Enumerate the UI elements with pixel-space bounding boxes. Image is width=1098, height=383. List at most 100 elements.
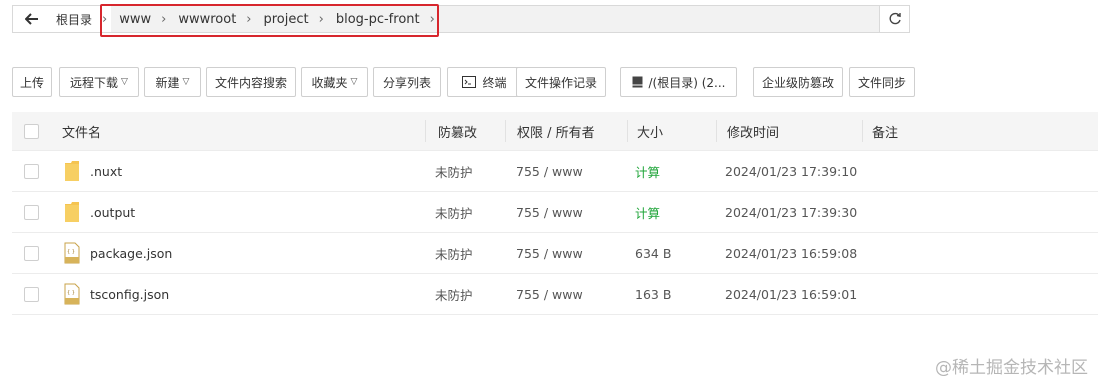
remote-download-label: 远程下载: [70, 75, 119, 90]
back-button[interactable]: [13, 6, 51, 32]
row-checkbox[interactable]: [24, 274, 39, 314]
modified-time: 2024/01/23 16:59:08: [725, 245, 858, 261]
tamper-status[interactable]: 未防护: [435, 192, 473, 232]
disk-button[interactable]: /(根目录) (2...: [620, 67, 737, 97]
upload-button[interactable]: 上传: [12, 67, 52, 97]
header-name[interactable]: 文件名: [62, 112, 101, 150]
table-header: 文件名 防篡改 权限 / 所有者 大小 修改时间 备注: [12, 112, 1098, 151]
file-name-cell[interactable]: .output: [64, 192, 135, 232]
table-row[interactable]: .output 未防护 755 / www 计算 2024/01/23 17:39:30: [12, 192, 1098, 233]
checkbox[interactable]: [24, 204, 39, 220]
remote-download-button[interactable]: 远程下载 ▽: [59, 67, 139, 97]
file-table: 文件名 防篡改 权限 / 所有者 大小 修改时间 备注 .nuxt 未防护 755 …: [12, 112, 1098, 315]
breadcrumb-label: blog-pc-front: [335, 11, 420, 27]
breadcrumb-label: www: [119, 11, 152, 27]
permission-owner[interactable]: 755 / www: [516, 192, 583, 232]
chevron-down-icon: ▽: [350, 77, 358, 87]
tamper-status[interactable]: 未防护: [435, 233, 473, 273]
terminal-button[interactable]: 终端: [447, 67, 522, 97]
row-checkbox[interactable]: [24, 151, 39, 191]
header-divider: [425, 120, 426, 142]
checkbox[interactable]: [24, 286, 39, 302]
arrow-left-icon: [24, 13, 38, 25]
checkbox[interactable]: [24, 245, 39, 261]
terminal-label: 终端: [482, 75, 507, 90]
permission-owner[interactable]: 755 / www: [516, 151, 583, 191]
header-note[interactable]: 备注: [872, 112, 898, 150]
table-row[interactable]: { } package.json 未防护 755 / www 634 B 2024/01/…: [12, 233, 1098, 274]
breadcrumb-item-project[interactable]: project ›: [256, 12, 328, 27]
table-row[interactable]: { } tsconfig.json 未防护 755 / www 163 B 2024/01…: [12, 274, 1098, 315]
favorites-button[interactable]: 收藏夹 ▽: [301, 67, 368, 97]
svg-text:{ }: { }: [67, 290, 75, 296]
header-divider: [862, 120, 863, 142]
json-file-icon: { }: [64, 283, 80, 305]
refresh-button[interactable]: [879, 6, 909, 32]
checkbox[interactable]: [24, 123, 39, 139]
file-name-cell[interactable]: .nuxt: [64, 151, 122, 191]
chevron-down-icon: ▽: [182, 77, 190, 87]
breadcrumb-root[interactable]: 根目录 ›: [50, 6, 112, 32]
header-divider: [716, 120, 717, 142]
file-name[interactable]: .output: [90, 205, 135, 220]
header-divider: [627, 120, 628, 142]
breadcrumb-item-www[interactable]: www ›: [111, 12, 170, 27]
table-body: .nuxt 未防护 755 / www 计算 2024/01/23 17:39:10 .o…: [12, 151, 1098, 315]
file-name[interactable]: .nuxt: [90, 164, 122, 179]
file-sync-button[interactable]: 文件同步: [849, 67, 915, 97]
chevron-right-icon: ›: [161, 11, 167, 27]
share-list-button[interactable]: 分享列表: [373, 67, 441, 97]
file-size[interactable]: 计算: [635, 192, 660, 232]
upload-button-label: 上传: [19, 75, 44, 90]
tamper-status[interactable]: 未防护: [435, 151, 473, 191]
file-size: 634 B: [635, 245, 672, 261]
disk-icon: [632, 76, 643, 88]
file-name[interactable]: package.json: [90, 246, 172, 261]
breadcrumb-root-label: 根目录: [56, 12, 93, 27]
terminal-icon: [462, 76, 477, 88]
folder-icon: [64, 160, 80, 182]
path-bar: 根目录 › www › wwwroot › project › blog-pc-…: [12, 5, 910, 33]
share-list-label: 分享列表: [382, 75, 431, 90]
folder-icon: [64, 201, 80, 223]
table-row[interactable]: .nuxt 未防护 755 / www 计算 2024/01/23 17:39:10: [12, 151, 1098, 192]
checkbox[interactable]: [24, 163, 39, 179]
file-size[interactable]: 计算: [635, 151, 660, 191]
row-checkbox[interactable]: [24, 192, 39, 232]
breadcrumb-item-wwwroot[interactable]: wwwroot ›: [170, 12, 255, 27]
file-size: 163 B: [635, 286, 672, 302]
watermark: @稀土掘金技术社区: [935, 358, 1088, 378]
refresh-icon: [889, 12, 901, 25]
select-all-checkbox[interactable]: [24, 112, 39, 150]
breadcrumb-label: project: [263, 11, 309, 27]
permission-owner[interactable]: 755 / www: [516, 233, 583, 273]
header-size[interactable]: 大小: [637, 112, 663, 150]
disk-label: /(根目录) (2...: [648, 75, 726, 90]
file-name-cell[interactable]: { } package.json: [64, 233, 172, 273]
header-permission[interactable]: 权限 / 所有者: [517, 112, 595, 150]
breadcrumb: 根目录 › www › wwwroot › project › blog-pc-…: [50, 6, 879, 32]
tamper-proof-button[interactable]: 企业级防篡改: [753, 67, 843, 97]
content-search-button[interactable]: 文件内容搜索: [206, 67, 296, 97]
chevron-down-icon: ▽: [121, 77, 128, 87]
breadcrumb-label: wwwroot: [178, 11, 237, 27]
row-checkbox[interactable]: [24, 233, 39, 273]
breadcrumb-item-blog-pc-front[interactable]: blog-pc-front ›: [328, 12, 439, 27]
header-mtime[interactable]: 修改时间: [727, 112, 779, 150]
file-sync-label: 文件同步: [857, 75, 906, 90]
json-file-icon: { }: [64, 242, 80, 264]
chevron-right-icon: ›: [246, 11, 252, 27]
file-op-log-label: 文件操作记录: [524, 75, 597, 90]
modified-time: 2024/01/23 17:39:10: [725, 163, 858, 179]
header-tamper[interactable]: 防篡改: [438, 112, 477, 150]
tamper-status[interactable]: 未防护: [435, 274, 473, 314]
modified-time: 2024/01/23 16:59:01: [725, 286, 858, 302]
content-search-label: 文件内容搜索: [214, 75, 287, 90]
file-name[interactable]: tsconfig.json: [90, 287, 169, 302]
permission-owner[interactable]: 755 / www: [516, 274, 583, 314]
new-button[interactable]: 新建 ▽: [144, 67, 201, 97]
svg-text:{ }: { }: [67, 249, 75, 255]
file-op-log-button[interactable]: 文件操作记录: [516, 67, 606, 97]
tamper-proof-label: 企业级防篡改: [761, 75, 834, 90]
file-name-cell[interactable]: { } tsconfig.json: [64, 274, 169, 314]
